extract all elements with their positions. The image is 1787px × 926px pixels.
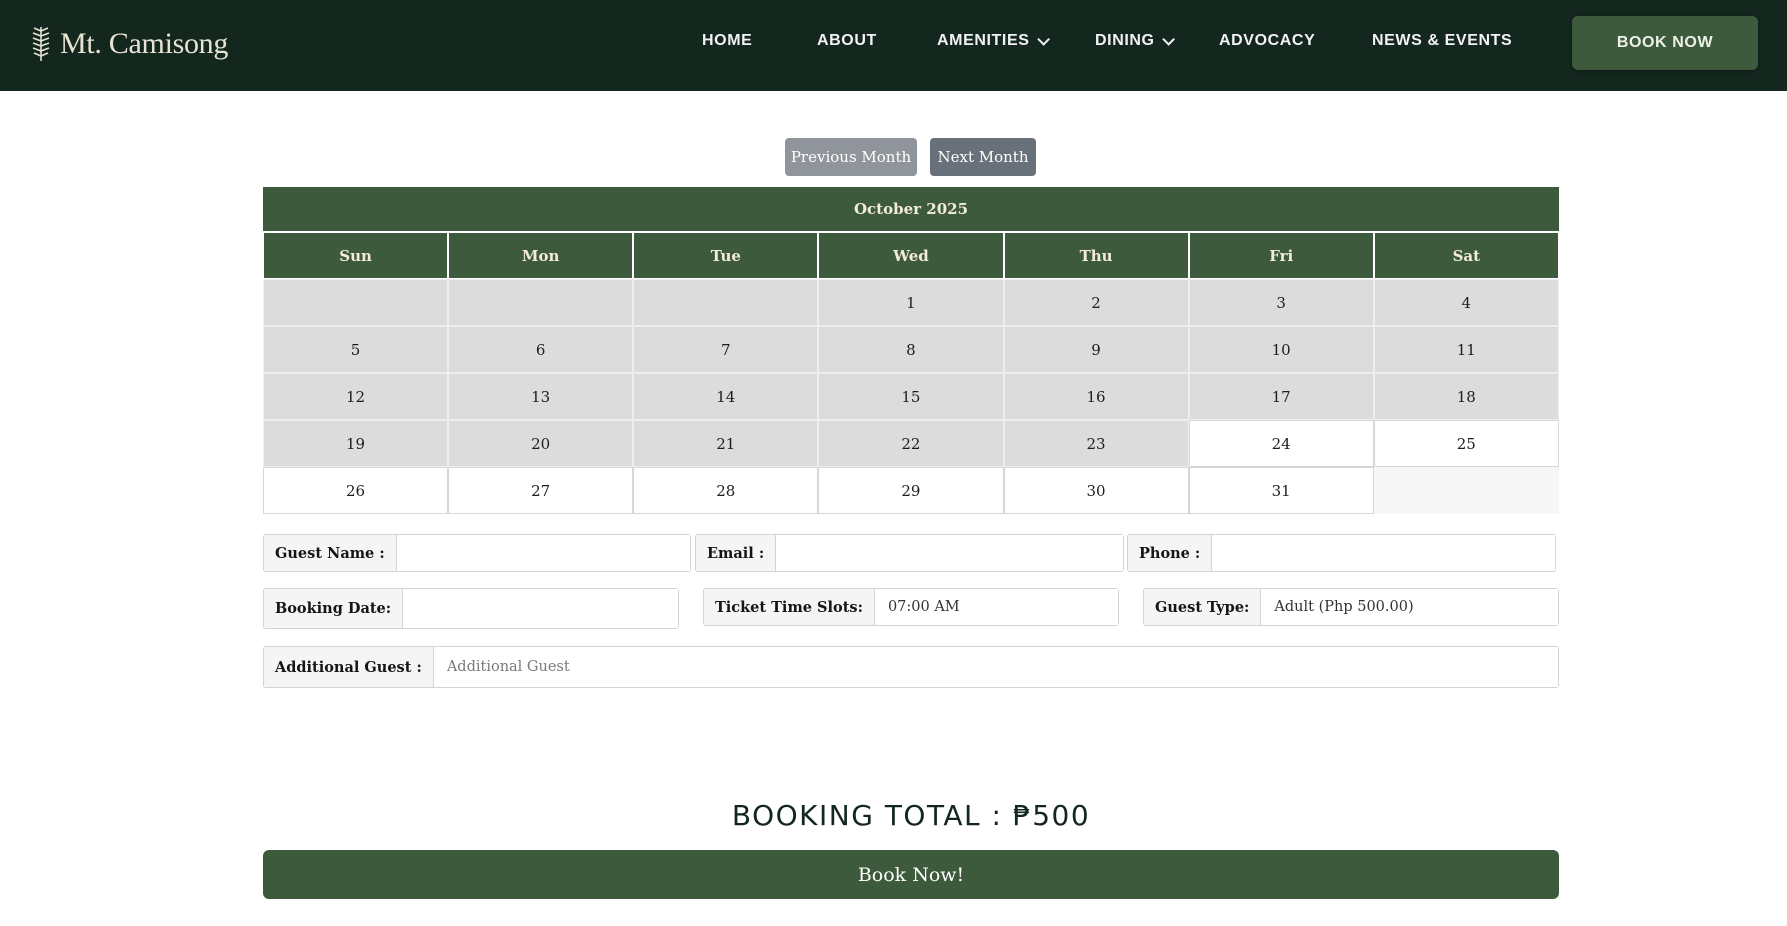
weekday-header: Fri (1188, 232, 1374, 279)
calendar-empty-cell (448, 279, 634, 326)
calendar-day-past: 4 (1373, 279, 1559, 326)
weekday-header: Wed (818, 232, 1004, 279)
additional-guest-group: Additional Guest : (263, 646, 1559, 688)
calendar-day-past: 1 (818, 279, 1004, 326)
book-now-submit-button[interactable]: Book Now! (263, 850, 1559, 899)
calendar-month-title: October 2025 (263, 187, 1559, 231)
calendar-day-past: 12 (263, 373, 449, 420)
calendar-empty-cell (633, 279, 819, 326)
guest-type-group: Guest Type: (1143, 588, 1559, 626)
calendar-empty-cell (263, 279, 449, 326)
phone-input[interactable] (1212, 535, 1555, 571)
calendar-day-past: 17 (1188, 373, 1374, 420)
booking-date-label: Booking Date: (264, 589, 404, 628)
calendar-day-past: 6 (448, 326, 634, 373)
wheat-leaf-icon (32, 27, 50, 61)
booking-date-group: Booking Date: (263, 588, 679, 629)
calendar-day-available[interactable]: 30 (1003, 467, 1189, 514)
calendar-day-past: 18 (1373, 373, 1559, 420)
site-header: Mt. Camisong HOME ABOUT AMENITIES DINING… (0, 0, 1787, 91)
email-input[interactable] (776, 535, 1123, 571)
calendar-day-past: 3 (1188, 279, 1374, 326)
email-group: Email : (695, 534, 1124, 572)
calendar-day-past: 16 (1003, 373, 1189, 420)
calendar-day-past: 14 (633, 373, 819, 420)
additional-guest-input[interactable] (433, 647, 1558, 687)
calendar-day-past: 23 (1003, 420, 1189, 467)
weekday-header: Sat (1373, 232, 1559, 279)
weekday-header: Thu (1003, 232, 1189, 279)
previous-month-button[interactable]: Previous Month (785, 138, 917, 176)
calendar-day-past: 13 (448, 373, 634, 420)
calendar-day-available[interactable]: 25 (1373, 420, 1559, 467)
nav-news-events[interactable]: NEWS & EVENTS (1372, 28, 1512, 54)
guest-name-input[interactable] (396, 535, 690, 571)
time-slot-label: Ticket Time Slots: (704, 589, 875, 625)
time-slot-group: Ticket Time Slots: (703, 588, 1119, 626)
booking-date-input[interactable] (403, 589, 678, 628)
nav-about-label: ABOUT (817, 32, 877, 49)
nav-about[interactable]: ABOUT (817, 28, 877, 54)
calendar-day-past: 21 (633, 420, 819, 467)
calendar-day-available[interactable]: 27 (448, 467, 634, 514)
calendar-grid: Sun Mon Tue Wed Thu Fri Sat 1 2 3 4 5 6 … (263, 232, 1559, 514)
calendar-day-past: 8 (818, 326, 1004, 373)
weekday-header: Tue (633, 232, 819, 279)
additional-guest-label: Additional Guest : (264, 647, 434, 687)
nav-dining-label: DINING (1095, 32, 1155, 49)
chevron-down-icon (1161, 32, 1175, 46)
chevron-down-icon (1036, 32, 1050, 46)
calendar-day-past: 2 (1003, 279, 1189, 326)
calendar-empty-cell (1373, 467, 1559, 514)
nav-amenities-label: AMENITIES (937, 32, 1030, 49)
brand-name: Mt. Camisong (60, 27, 229, 60)
calendar-day-past: 22 (818, 420, 1004, 467)
calendar-day-available[interactable]: 31 (1188, 467, 1374, 514)
calendar-day-past: 15 (818, 373, 1004, 420)
calendar-day-available[interactable]: 26 (263, 467, 449, 514)
phone-label: Phone : (1128, 535, 1213, 571)
calendar-day-available[interactable]: 24 (1188, 420, 1374, 467)
calendar-day-past: 9 (1003, 326, 1189, 373)
nav-home-label: HOME (702, 32, 753, 49)
nav-dining[interactable]: DINING (1095, 28, 1175, 54)
email-label: Email : (696, 535, 777, 571)
nav-news-events-label: NEWS & EVENTS (1372, 32, 1513, 49)
brand-logo[interactable]: Mt. Camisong (30, 22, 228, 66)
calendar-day-past: 10 (1188, 326, 1374, 373)
calendar-day-past: 19 (263, 420, 449, 467)
time-slot-select[interactable] (874, 589, 1118, 625)
calendar-day-past: 20 (448, 420, 634, 467)
nav-amenities[interactable]: AMENITIES (937, 28, 1050, 54)
guest-name-group: Guest Name : (263, 534, 691, 572)
weekday-header: Sun (263, 232, 449, 279)
nav-home[interactable]: HOME (702, 28, 752, 54)
next-month-button[interactable]: Next Month (930, 138, 1036, 176)
calendar-day-past: 5 (263, 326, 449, 373)
calendar-day-available[interactable]: 28 (633, 467, 819, 514)
guest-name-label: Guest Name : (264, 535, 397, 571)
guest-type-label: Guest Type: (1144, 589, 1262, 625)
phone-group: Phone : (1127, 534, 1556, 572)
nav-advocacy[interactable]: ADVOCACY (1219, 28, 1315, 54)
calendar-day-past: 7 (633, 326, 819, 373)
weekday-header: Mon (448, 232, 634, 279)
header-book-now-button[interactable]: BOOK NOW (1572, 16, 1758, 70)
booking-total: BOOKING TOTAL : ₱500 (731, 799, 1091, 832)
nav-advocacy-label: ADVOCACY (1219, 32, 1316, 49)
calendar-day-available[interactable]: 29 (818, 467, 1004, 514)
guest-type-select[interactable] (1261, 589, 1558, 625)
calendar-day-past: 11 (1373, 326, 1559, 373)
